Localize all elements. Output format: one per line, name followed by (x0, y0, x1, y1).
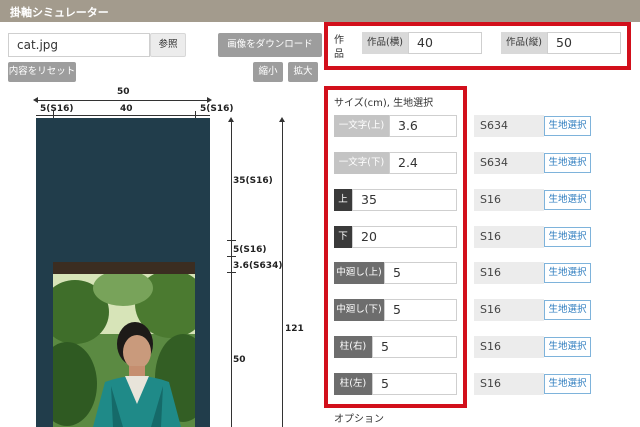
lower-input[interactable]: 20 (352, 226, 457, 248)
lower-fabric: S16 (474, 226, 544, 248)
nakamawashi-top-tag: 中廻し(上) (334, 262, 384, 284)
simulator-page: 掛軸シミュレーター cat.jpg 参照 画像をダウンロード 内容をリセット 縮… (0, 0, 640, 427)
sizes-heading: サイズ(cm), 生地選択 (334, 98, 434, 109)
total-width-line (36, 100, 210, 101)
nakamawashi-bottom-input[interactable]: 5 (384, 299, 457, 321)
work-height-label: 作品(縦) (501, 32, 547, 54)
browse-button[interactable]: 参照 (150, 33, 186, 57)
section-width-line (36, 115, 210, 116)
artwork-photo (53, 274, 195, 427)
nakamawashi-top-input[interactable]: 5 (384, 262, 457, 284)
tick-ichimonji-top (227, 240, 236, 241)
file-name-field[interactable]: cat.jpg (8, 33, 150, 57)
total-width-label: 50 (117, 87, 130, 97)
tick-ichimonji-mid (227, 256, 236, 257)
hashira-left-fabric: S16 (474, 373, 544, 395)
work-label: 作品 (334, 35, 344, 60)
ichimonji-top-fabric: S634 (474, 115, 544, 137)
zoom-out-button[interactable]: 縮小 (253, 62, 283, 82)
nakamawashi-bottom-fabric-button[interactable]: 生地選択 (544, 300, 591, 320)
arrow-right-icon (207, 97, 212, 103)
ichimonji-top-fabric-button[interactable]: 生地選択 (544, 116, 591, 136)
ichimonji-bottom-fabric-button[interactable]: 生地選択 (544, 153, 591, 173)
ichimonji-bottom-input[interactable]: 2.4 (389, 152, 457, 174)
artwork-image (53, 274, 195, 427)
nakamawashi-top-fabric-button[interactable]: 生地選択 (544, 263, 591, 283)
total-height-label: 121 (285, 324, 304, 334)
reset-button[interactable]: 内容をリセット (8, 62, 76, 82)
lower-section-label: 50 (233, 355, 246, 365)
ichimonji-top-label: 5(S16) (233, 245, 267, 255)
upper-fabric: S16 (474, 189, 544, 211)
work-width-label: 作品(横) (362, 32, 408, 54)
work-width-input[interactable]: 40 (408, 32, 482, 54)
ichimonji-top-tag: 一文字(上) (334, 115, 389, 137)
download-image-button[interactable]: 画像をダウンロード (218, 33, 322, 57)
hashira-right-fabric: S16 (474, 336, 544, 358)
hashira-left-fabric-button[interactable]: 生地選択 (544, 374, 591, 394)
hashira-right-tag: 柱(右) (334, 336, 372, 358)
upper-tag: 上 (334, 189, 352, 211)
tick-ichimonji-bottom (227, 272, 236, 273)
arrow-up-total-icon (279, 117, 285, 122)
hashira-left-tag: 柱(左) (334, 373, 372, 395)
top-section-label: 35(S16) (233, 176, 273, 186)
hashira-right-fabric-button[interactable]: 生地選択 (544, 337, 591, 357)
ichimonji-top-input[interactable]: 3.6 (389, 115, 457, 137)
nakamawashi-top-fabric: S16 (474, 262, 544, 284)
hashira-right-input[interactable]: 5 (372, 336, 457, 358)
upper-input[interactable]: 35 (352, 189, 457, 211)
upper-fabric-button[interactable]: 生地選択 (544, 190, 591, 210)
ichimonji-bottom-label: 3.6(S634) (233, 261, 283, 271)
lower-fabric-button[interactable]: 生地選択 (544, 227, 591, 247)
arrow-left-icon (33, 97, 38, 103)
inner-width-label: 40 (120, 104, 133, 114)
options-heading: オプション (334, 414, 384, 425)
nakamawashi-bottom-tag: 中廻し(下) (334, 299, 384, 321)
ichimonji-top-band (53, 262, 195, 274)
nakamawashi-bottom-fabric: S16 (474, 299, 544, 321)
work-height-input[interactable]: 50 (547, 32, 621, 54)
right-margin-label: 5(S16) (200, 104, 234, 114)
section-height-line (231, 120, 232, 427)
ichimonji-bottom-tag: 一文字(下) (334, 152, 389, 174)
total-height-line (282, 120, 283, 427)
zoom-in-button[interactable]: 拡大 (288, 62, 318, 82)
title-bar: 掛軸シミュレーター (0, 0, 640, 22)
ichimonji-bottom-fabric: S634 (474, 152, 544, 174)
arrow-up-icon (228, 117, 234, 122)
left-margin-label: 5(S16) (40, 104, 74, 114)
hashira-left-input[interactable]: 5 (372, 373, 457, 395)
app-title: 掛軸シミュレーター (10, 6, 109, 19)
lower-tag: 下 (334, 226, 352, 248)
